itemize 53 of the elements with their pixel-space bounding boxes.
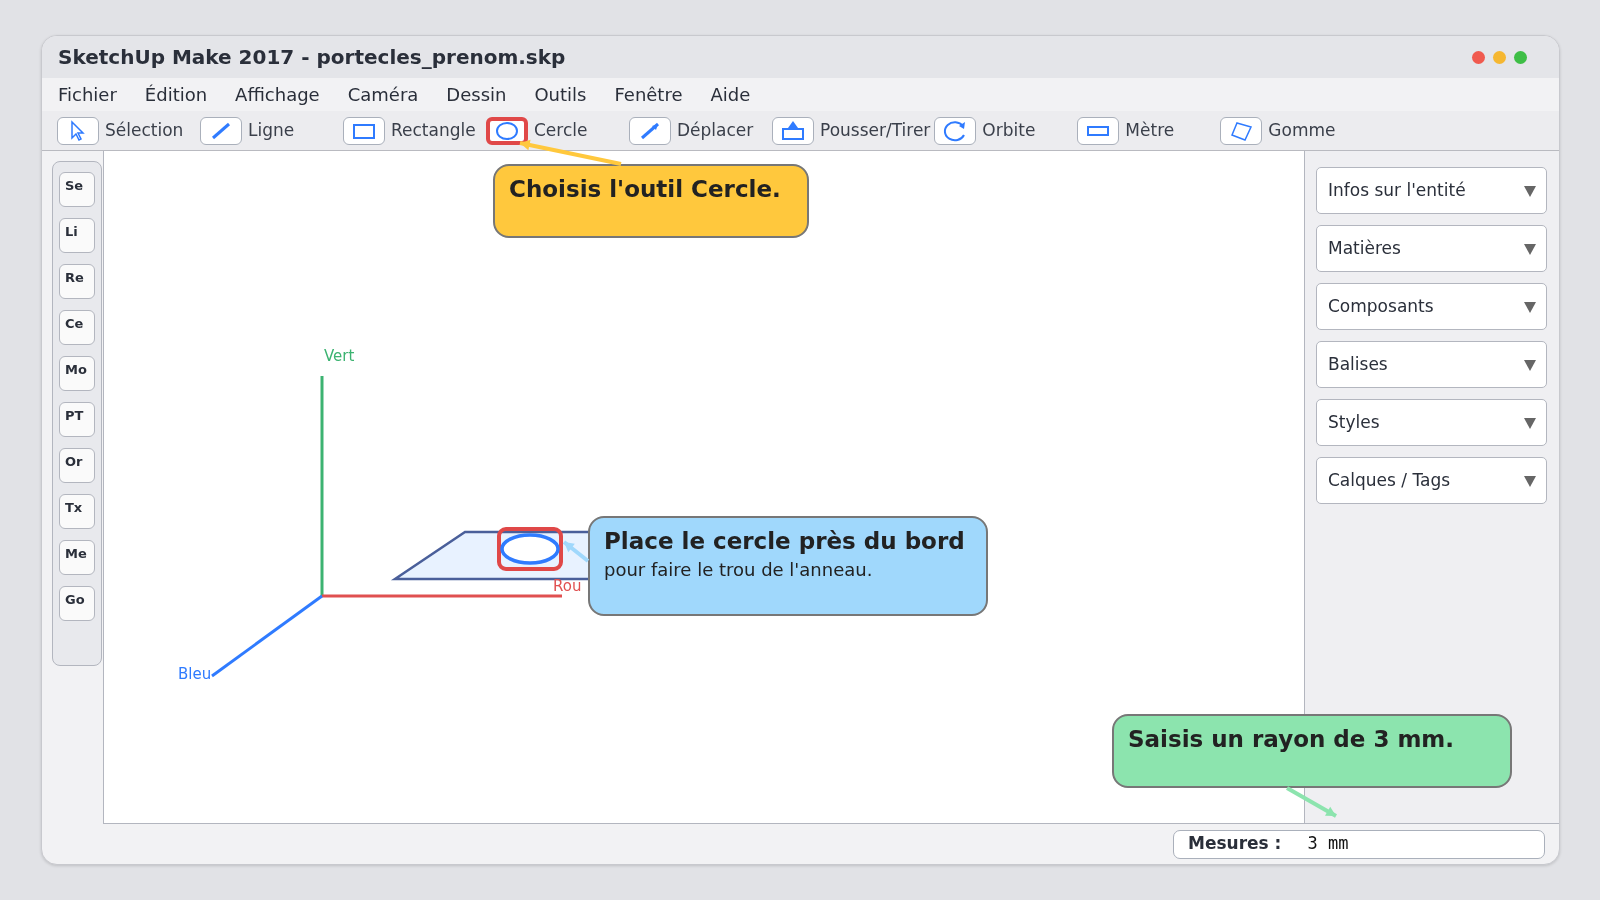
tool-button[interactable]: Tx bbox=[59, 494, 95, 529]
panel-dropdown[interactable]: Calques / Tags bbox=[1316, 457, 1547, 504]
tape-measure-icon bbox=[1087, 125, 1110, 136]
tool-button[interactable]: Mètre bbox=[1077, 116, 1217, 145]
menu-item[interactable]: Dessin bbox=[446, 81, 507, 108]
menu-item[interactable]: Affichage bbox=[235, 81, 320, 108]
tool-button[interactable]: Gomme bbox=[1220, 116, 1360, 145]
caret-icon bbox=[1524, 300, 1536, 313]
tool-button[interactable]: Re bbox=[59, 264, 95, 299]
caret-icon bbox=[1524, 474, 1536, 487]
menu-item[interactable]: Caméra bbox=[347, 81, 419, 108]
highlight-frame bbox=[497, 527, 563, 571]
window-title: SketchUp Make 2017 - portecles_prenom.skp bbox=[58, 44, 566, 71]
caret-icon bbox=[1524, 358, 1536, 371]
tool-button[interactable]: Me bbox=[59, 540, 95, 575]
axis-label: Vert bbox=[324, 347, 355, 365]
tool-button[interactable]: Rectangle bbox=[343, 116, 482, 145]
caret-icon bbox=[1524, 184, 1536, 197]
caret-icon bbox=[1524, 242, 1536, 255]
callout-text: pour faire le trou de l'anneau. bbox=[604, 557, 874, 582]
panel-dropdown[interactable]: Matières bbox=[1316, 225, 1547, 272]
tool-button[interactable]: Sélection bbox=[57, 116, 196, 145]
tool-button[interactable]: Go bbox=[59, 586, 95, 621]
panel-dropdown[interactable]: Styles bbox=[1316, 399, 1547, 446]
panel-dropdown[interactable]: Balises bbox=[1316, 341, 1547, 388]
menu-item[interactable]: Fichier bbox=[58, 81, 117, 108]
callout-title: Saisis un rayon de 3 mm. bbox=[1128, 726, 1456, 754]
tool-button[interactable]: Se bbox=[59, 172, 95, 207]
menu-item[interactable]: Outils bbox=[534, 81, 587, 108]
menu-item[interactable]: Édition bbox=[144, 81, 208, 108]
tool-button[interactable]: Cercle bbox=[486, 116, 625, 145]
tool-button[interactable]: Pousser/Tirer bbox=[772, 116, 931, 145]
tool-button[interactable]: Mo bbox=[59, 356, 95, 391]
menu-item[interactable]: Fenêtre bbox=[614, 81, 683, 108]
maximize-icon[interactable] bbox=[1514, 50, 1527, 64]
caret-icon bbox=[1524, 416, 1536, 429]
callout-title: Place le cercle près du bord bbox=[604, 528, 966, 556]
menu-item[interactable]: Aide bbox=[710, 81, 751, 108]
tool-button[interactable]: PT bbox=[59, 402, 95, 437]
minimize-icon[interactable] bbox=[1493, 50, 1506, 64]
panel-dropdown[interactable]: Composants bbox=[1316, 283, 1547, 330]
axis-label: Bleu bbox=[178, 665, 212, 683]
callout-title: Choisis l'outil Cercle. bbox=[509, 176, 782, 204]
tool-button[interactable]: Or bbox=[59, 448, 95, 483]
panel-dropdown[interactable]: Infos sur l'entité bbox=[1316, 167, 1547, 214]
axis-label: Rou bbox=[553, 577, 582, 595]
tool-button[interactable]: Ligne bbox=[200, 116, 339, 145]
close-icon[interactable] bbox=[1472, 50, 1485, 64]
tool-button[interactable]: Li bbox=[59, 218, 95, 253]
measurements-field[interactable]: Mesures : 3 mm bbox=[1173, 829, 1545, 859]
tool-button[interactable]: Déplacer bbox=[629, 116, 768, 145]
tool-button[interactable]: Ce bbox=[59, 310, 95, 345]
tool-button[interactable]: Orbite bbox=[934, 116, 1074, 145]
